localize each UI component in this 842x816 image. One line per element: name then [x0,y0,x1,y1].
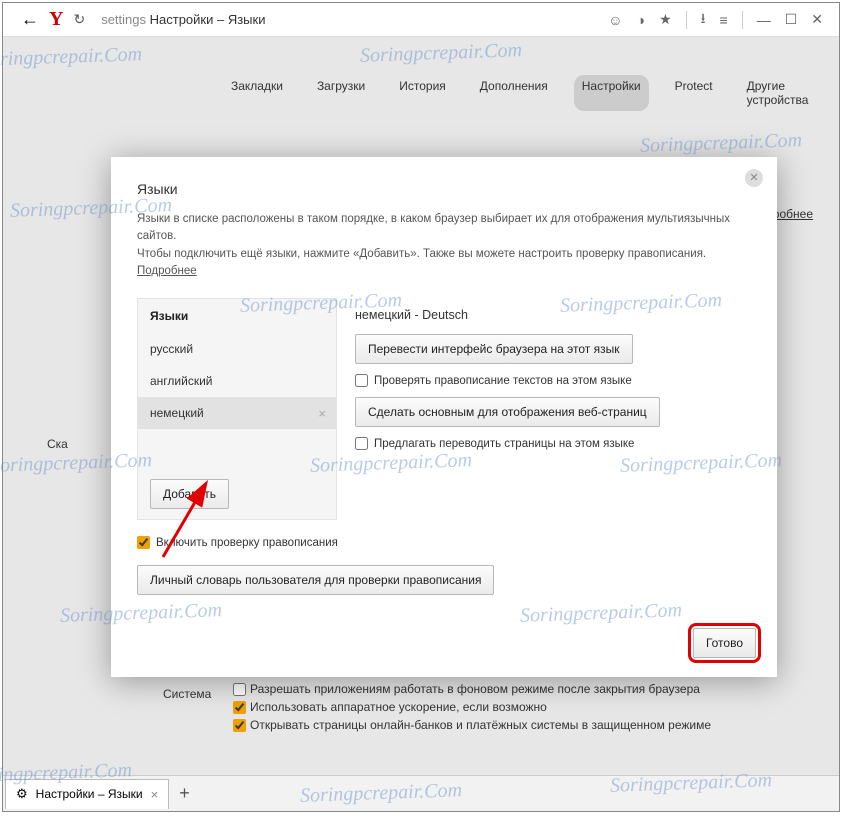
divider [742,11,743,29]
offer-translate-checkbox[interactable] [355,437,368,450]
done-button[interactable]: Готово [693,628,756,658]
shield-icon[interactable]: ◑ [637,12,645,28]
close-tab-icon[interactable]: × [151,787,159,802]
enable-spellcheck-label: Включить проверку правописания [156,537,338,549]
menu-icon[interactable]: ≡ [720,12,728,28]
modal-more-link[interactable]: Подробнее [137,265,197,277]
translate-ui-button[interactable]: Перевести интерфейс браузера на этот язы… [355,334,633,364]
spellcheck-lang-label: Проверять правописание текстов на этом я… [374,375,632,387]
downloads-icon[interactable]: ⭳ [701,8,706,32]
new-tab-button[interactable]: + [179,783,190,804]
close-window-icon[interactable]: ✕ [811,11,823,28]
browser-tab[interactable]: ⚙ Настройки – Языки × [5,779,169,809]
language-list: Языки русский английский немецкий × Доба… [137,298,337,520]
lang-item-english[interactable]: английский [138,365,336,397]
language-detail: немецкий - Deutsch Перевести интерфейс б… [337,298,751,520]
modal-description: Языки в списке расположены в таком поряд… [137,211,751,280]
offer-translate-label: Предлагать переводить страницы на этом я… [374,438,634,450]
enable-spellcheck-checkbox[interactable] [137,536,150,549]
modal-title: Языки [137,181,751,197]
languages-modal: ✕ Языки Языки в списке расположены в так… [111,157,777,677]
reload-icon[interactable]: ↻ [73,11,85,28]
address-text: Настройки – Языки [150,12,266,27]
add-language-button[interactable]: Добавить [150,479,229,509]
gear-icon: ⚙ [16,786,28,802]
spellcheck-lang-checkbox[interactable] [355,374,368,387]
feedback-icon[interactable]: ☺ [608,12,622,28]
modal-backdrop: ✕ Языки Языки в списке расположены в так… [3,37,839,775]
modal-close-icon[interactable]: ✕ [745,169,763,187]
personal-dictionary-button[interactable]: Личный словарь пользователя для проверки… [137,565,494,595]
bookmark-star-icon[interactable]: ★ [659,11,672,28]
lang-list-header: Языки [138,299,336,333]
minimize-icon[interactable]: — [757,12,771,28]
remove-lang-icon[interactable]: × [318,406,326,421]
address-prefix: settings [101,12,146,27]
yandex-logo[interactable]: Y [49,8,63,31]
address-bar[interactable]: settings Настройки – Языки [101,12,265,27]
make-default-button[interactable]: Сделать основным для отображения веб-стр… [355,397,660,427]
titlebar: ← Y ↻ settings Настройки – Языки ☺ ◑ ★ ⭳… [3,3,839,37]
lang-item-russian[interactable]: русский [138,333,336,365]
divider [686,11,687,29]
maximize-icon[interactable]: ☐ [785,11,798,28]
done-highlight-ring: Готово [688,623,761,663]
browser-tab-title: Настройки – Языки [36,787,143,801]
lang-item-german[interactable]: немецкий × [138,397,336,429]
back-button[interactable]: ← [21,9,39,30]
browser-tabbar: ⚙ Настройки – Языки × + [3,775,839,811]
lang-detail-title: немецкий - Deutsch [355,308,751,322]
